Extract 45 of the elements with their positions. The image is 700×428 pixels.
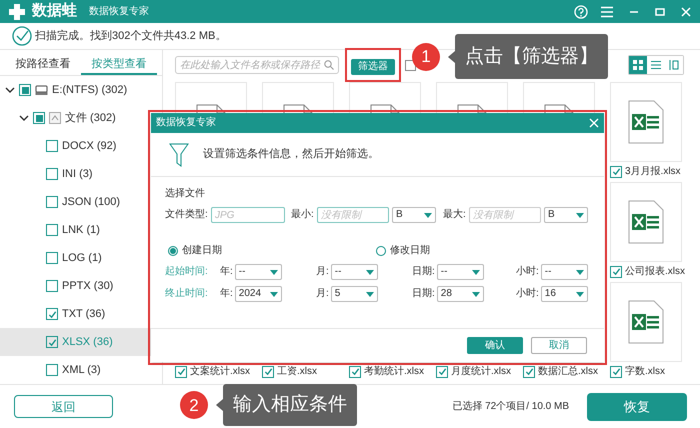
field-label: 日期: bbox=[412, 289, 435, 299]
app-subtitle: 数据恢复专家 bbox=[89, 4, 149, 19]
field-label: 最小: bbox=[291, 210, 315, 220]
field-label: 日期: bbox=[412, 267, 435, 277]
file-name: 公司报表.xlsx bbox=[625, 266, 685, 276]
step-number: 2 bbox=[180, 391, 208, 419]
tree-label: XLSX (36) bbox=[62, 334, 113, 350]
file-name: 数据汇总.xlsx bbox=[538, 366, 598, 376]
field-label: 小时: bbox=[516, 289, 539, 299]
tree-label: 文件 (302) bbox=[65, 110, 116, 126]
tree-label: E:(NTFS) (302) bbox=[52, 82, 128, 98]
tree-label: XML (3) bbox=[62, 362, 101, 378]
field-label: 月: bbox=[316, 289, 329, 299]
file-name: 字数.xlsx bbox=[625, 366, 665, 376]
tree-label: DOCX (92) bbox=[62, 138, 116, 154]
radio-label: 创建日期 bbox=[182, 244, 222, 258]
tree-label: LOG (1) bbox=[62, 250, 102, 266]
tree-label: PPTX (30) bbox=[62, 278, 114, 294]
tree-label: INI (3) bbox=[62, 166, 93, 182]
field-label: 年: bbox=[220, 267, 233, 277]
selection-summary: 已选择 72个项目/ 10.0 MB bbox=[452, 400, 569, 414]
app-name: 数据蛙 bbox=[32, 1, 77, 22]
field-label: 月: bbox=[316, 267, 329, 277]
section-title: 选择文件 bbox=[165, 186, 206, 201]
step-number: 1 bbox=[412, 42, 440, 70]
time-row-label: 终止时间: bbox=[165, 289, 209, 299]
callout-text: 输入相应条件 bbox=[233, 393, 347, 417]
file-name: 3月月报.xlsx bbox=[625, 166, 681, 176]
tree-label: JSON (100) bbox=[62, 194, 120, 210]
time-row-label: 起始时间: bbox=[165, 267, 209, 277]
field-label: 文件类型: bbox=[165, 210, 209, 220]
scan-status: 扫描完成。找到302个文件共43.2 MB。 bbox=[35, 28, 226, 44]
field-label: 小时: bbox=[516, 267, 539, 277]
file-name: 考勤统计.xlsx bbox=[364, 366, 424, 376]
dialog-message: 设置筛选条件信息，然后开始筛选。 bbox=[203, 147, 379, 162]
dialog-title: 数据恢复专家 bbox=[156, 118, 216, 128]
file-name: 工资.xlsx bbox=[277, 366, 317, 376]
field-label: 最大: bbox=[443, 210, 467, 220]
file-name: 文案统计.xlsx bbox=[190, 366, 250, 376]
tree-label: TXT (36) bbox=[62, 306, 106, 322]
radio-label: 修改日期 bbox=[390, 244, 430, 258]
file-name: 月度统计.xlsx bbox=[451, 366, 511, 376]
field-label: 年: bbox=[220, 289, 233, 299]
tree-label: LNK (1) bbox=[62, 222, 100, 238]
callout-text: 点击【筛选器】 bbox=[465, 44, 598, 68]
